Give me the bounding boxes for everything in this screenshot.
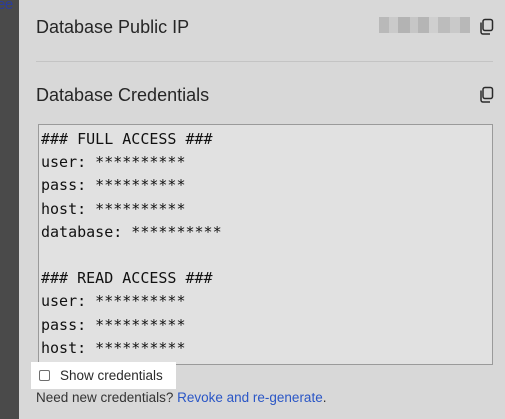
database-details-panel: Database Public IP Database Credentials … (19, 0, 505, 419)
ip-value-redacted (379, 17, 470, 33)
credentials-section-title: Database Credentials (36, 85, 210, 105)
regenerate-notice: Need new credentials? Revoke and re-gene… (36, 390, 326, 405)
ip-section-title: Database Public IP (36, 17, 190, 37)
regenerate-prompt: Need new credentials? (36, 390, 174, 405)
credentials-text: ### FULL ACCESS ### user: ********** pas… (41, 130, 222, 364)
background-text-fragment: ee (0, 0, 13, 13)
show-credentials-label: Show credentials (60, 368, 163, 383)
copy-icon[interactable] (478, 86, 494, 103)
section-divider (36, 61, 493, 62)
show-credentials-checkbox[interactable] (39, 370, 50, 381)
copy-icon[interactable] (478, 18, 494, 35)
credentials-textarea[interactable]: ### FULL ACCESS ### user: ********** pas… (38, 124, 493, 365)
background-window: ee (0, 0, 19, 419)
regenerate-suffix: . (322, 390, 327, 405)
show-credentials-toggle[interactable]: Show credentials (31, 362, 176, 389)
revoke-regenerate-link[interactable]: Revoke and re-generate (177, 390, 323, 405)
